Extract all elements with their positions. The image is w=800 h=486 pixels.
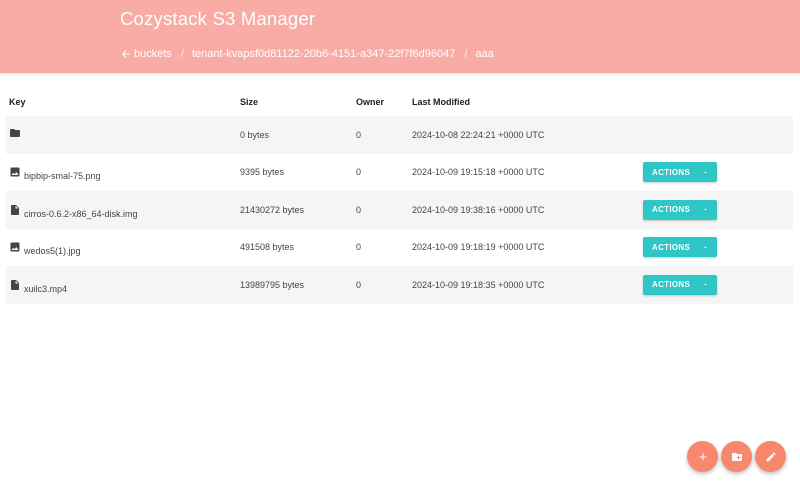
breadcrumb-back-label: buckets [134,48,172,60]
create-folder-button[interactable] [721,441,752,472]
table-row[interactable]: xuilc3.mp4 13989795 bytes 0 2024-10-09 1… [6,266,793,304]
table-header-row: Key Size Owner Last Modified [6,88,793,116]
actions-button[interactable]: ACTIONS [643,237,717,258]
actions-button-label: ACTIONS [652,242,691,252]
actions-button[interactable]: ACTIONS [643,199,717,220]
file-owner: 0 [356,242,362,253]
file-last-modified: 2024-10-09 19:18:35 +0000 UTC [412,279,545,290]
breadcrumb-separator: / [464,48,468,60]
actions-button-label: ACTIONS [652,280,691,290]
row-actions-cell: ACTIONS [643,191,793,229]
app-title: Cozystack S3 Manager [120,8,316,29]
folder-icon [9,127,21,139]
arrow-left-icon [122,50,130,58]
upload-file-button[interactable] [687,441,718,472]
caret-down-icon [702,244,709,251]
caret-down-icon [702,281,709,288]
file-owner: 0 [356,204,362,215]
row-actions-cell: ACTIONS [643,229,793,267]
file-last-modified: 2024-10-09 19:18:19 +0000 UTC [412,242,545,253]
file-owner: 0 [356,279,362,290]
breadcrumb-item-bucket[interactable]: tenant-kvapsf0d81122-20b6-4151-a347-22f7… [192,48,455,60]
table-row[interactable]: cirros-0.6.2-x86_64-disk.img 21430272 by… [6,191,793,229]
row-actions-cell: ACTIONS [643,154,793,192]
column-header-size: Size [240,97,259,107]
file-icon [9,279,21,291]
column-header-key: Key [9,97,26,107]
file-table: Key Size Owner Last Modified 0 bytes 0 2… [6,88,793,304]
table-row[interactable]: 0 bytes 0 2024-10-08 22:24:21 +0000 UTC [6,116,793,154]
create-folder-icon [731,452,742,461]
file-last-modified: 2024-10-09 19:15:18 +0000 UTC [412,167,545,178]
app-header: Cozystack S3 Manager buckets / tenant-kv… [0,0,800,73]
edit-button[interactable] [755,441,786,472]
pencil-icon [766,451,776,461]
row-actions-cell [643,116,793,154]
column-header-owner: Owner [356,97,385,107]
table-row[interactable]: wedos5(1).jpg 491508 bytes 0 2024-10-09 … [6,228,793,267]
file-owner: 0 [356,167,362,178]
file-size: 21430272 bytes [240,204,305,215]
file-last-modified: 2024-10-08 22:24:21 +0000 UTC [412,129,545,140]
file-size: 9395 bytes [240,167,285,178]
file-name: cirros-0.6.2-x86_64-disk.img [24,208,138,219]
file-last-modified: 2024-10-09 19:38:16 +0000 UTC [412,204,545,215]
breadcrumb: buckets / tenant-kvapsf0d81122-20b6-4151… [120,48,494,60]
column-header-actions [643,88,793,116]
breadcrumb-separator: / [180,48,184,60]
file-size: 491508 bytes [240,242,295,253]
file-name: xuilc3.mp4 [24,283,68,294]
file-size: 13989795 bytes [240,279,305,290]
actions-button-label: ACTIONS [652,167,691,177]
actions-button[interactable]: ACTIONS [643,274,717,295]
plus-icon [699,453,706,460]
file-owner: 0 [356,129,362,140]
caret-down-icon [702,169,709,176]
file-size: 0 bytes [240,129,270,140]
breadcrumb-back-link[interactable]: buckets [120,48,172,60]
table-row[interactable]: bipbip-smal-75.png 9395 bytes 0 2024-10-… [6,153,793,192]
row-actions-cell: ACTIONS [643,266,793,304]
image-icon [9,166,21,178]
column-header-last-modified: Last Modified [412,97,470,107]
file-name: wedos5(1).jpg [24,246,81,257]
actions-button-label: ACTIONS [652,205,691,215]
breadcrumb-item-current: aaa [475,48,494,60]
file-icon [9,204,21,216]
image-icon [9,241,21,253]
file-name: bipbip-smal-75.png [24,171,101,182]
caret-down-icon [702,206,709,213]
actions-button[interactable]: ACTIONS [643,162,717,183]
